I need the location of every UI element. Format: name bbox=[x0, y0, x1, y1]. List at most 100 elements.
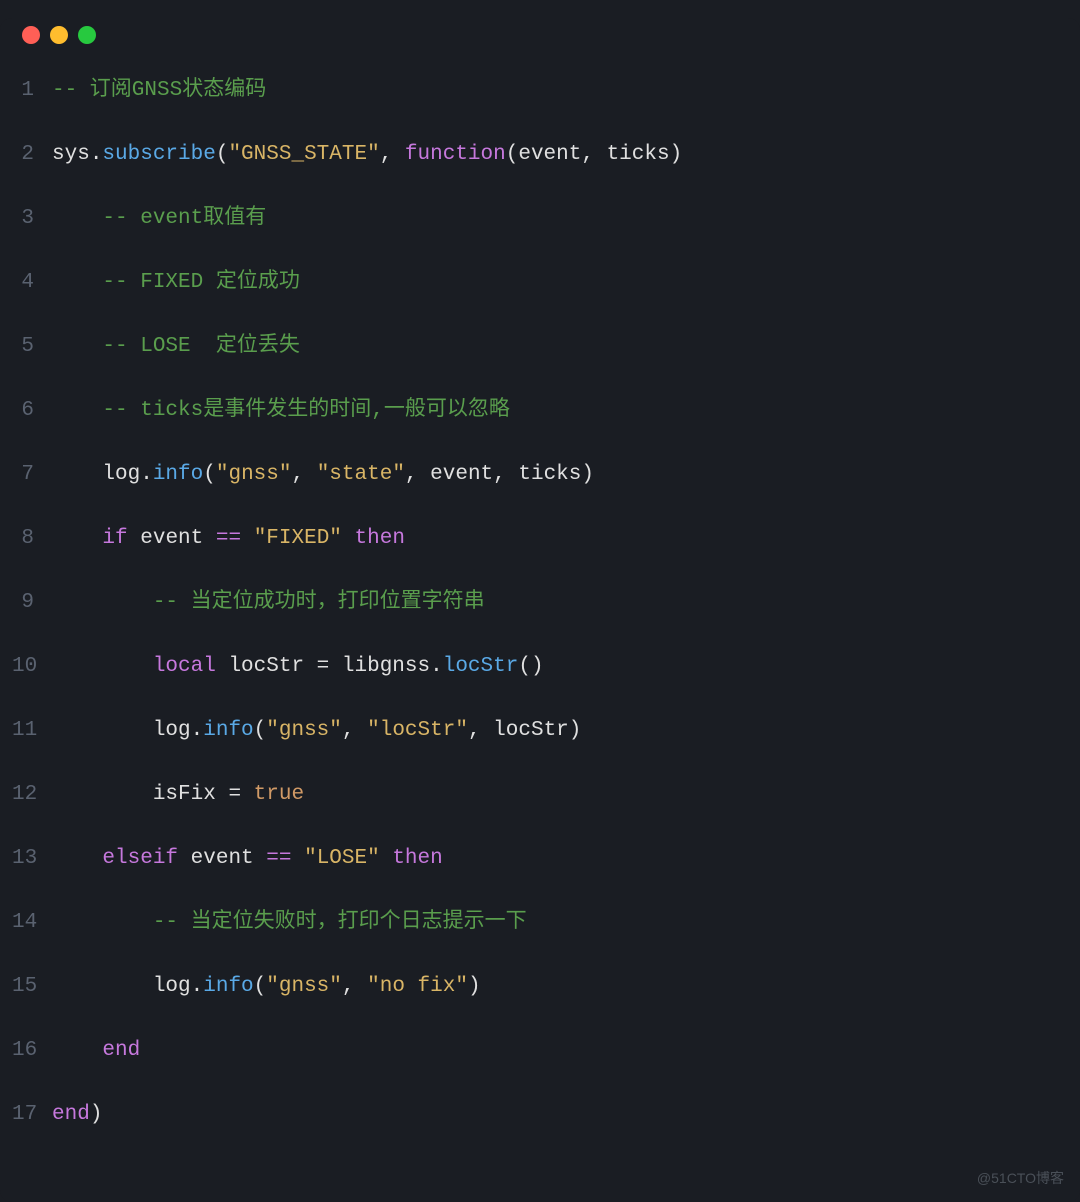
code-token: ) bbox=[90, 1103, 103, 1126]
code-token: log bbox=[52, 719, 191, 742]
code-line[interactable]: 8 if event == "FIXED" then bbox=[12, 522, 1068, 586]
code-token: "FIXED" bbox=[254, 527, 342, 550]
code-token: . bbox=[90, 143, 103, 166]
code-token: = bbox=[317, 655, 330, 678]
code-token: "GNSS_STATE" bbox=[228, 143, 379, 166]
code-line[interactable]: 11 log.info("gnss", "locStr", locStr) bbox=[12, 714, 1068, 778]
code-token bbox=[241, 527, 254, 550]
code-token: info bbox=[203, 975, 253, 998]
code-line[interactable]: 12 isFix = true bbox=[12, 778, 1068, 842]
line-number: 14 bbox=[12, 906, 52, 940]
line-content: isFix = true bbox=[52, 778, 304, 812]
line-content: end) bbox=[52, 1098, 102, 1132]
code-token: "no fix" bbox=[367, 975, 468, 998]
code-token: ( bbox=[506, 143, 519, 166]
code-token: local bbox=[153, 655, 216, 678]
code-token: then bbox=[355, 527, 405, 550]
code-token bbox=[52, 399, 102, 422]
code-token: == bbox=[266, 847, 291, 870]
code-token: if bbox=[102, 527, 127, 550]
code-line[interactable]: 4 -- FIXED 定位成功 bbox=[12, 266, 1068, 330]
code-token: ticks bbox=[518, 463, 581, 486]
code-token: ( bbox=[254, 975, 267, 998]
code-token bbox=[52, 271, 102, 294]
code-line[interactable]: 9 -- 当定位成功时，打印位置字符串 bbox=[12, 586, 1068, 650]
line-content: log.info("gnss", "no fix") bbox=[52, 970, 481, 1004]
code-token: -- 当定位成功时，打印位置字符串 bbox=[153, 591, 485, 614]
line-content: log.info("gnss", "state", event, ticks) bbox=[52, 458, 594, 492]
code-token: end bbox=[52, 1103, 90, 1126]
code-token: libgnss bbox=[329, 655, 430, 678]
code-token: "gnss" bbox=[266, 975, 342, 998]
code-token: , bbox=[342, 975, 367, 998]
code-line[interactable]: 7 log.info("gnss", "state", event, ticks… bbox=[12, 458, 1068, 522]
code-token: ( bbox=[254, 719, 267, 742]
close-icon[interactable] bbox=[22, 26, 40, 44]
code-token: locStr bbox=[216, 655, 317, 678]
code-token: -- ticks是事件发生的时间,一般可以忽略 bbox=[102, 399, 509, 422]
code-token: locStr bbox=[443, 655, 519, 678]
maximize-icon[interactable] bbox=[78, 26, 96, 44]
line-content: -- ticks是事件发生的时间,一般可以忽略 bbox=[52, 394, 510, 428]
line-number: 6 bbox=[12, 394, 52, 428]
code-line[interactable]: 16 end bbox=[12, 1034, 1068, 1098]
line-number: 7 bbox=[12, 458, 52, 492]
code-token: -- 当定位失败时，打印个日志提示一下 bbox=[153, 911, 527, 934]
line-number: 13 bbox=[12, 842, 52, 876]
code-token: , bbox=[493, 463, 518, 486]
code-line[interactable]: 6 -- ticks是事件发生的时间,一般可以忽略 bbox=[12, 394, 1068, 458]
line-content: end bbox=[52, 1034, 140, 1068]
code-token bbox=[52, 655, 153, 678]
line-number: 3 bbox=[12, 202, 52, 236]
line-number: 9 bbox=[12, 586, 52, 620]
code-token bbox=[380, 847, 393, 870]
line-content: -- event取值有 bbox=[52, 202, 266, 236]
line-number: 16 bbox=[12, 1034, 52, 1068]
code-token: , bbox=[468, 719, 493, 742]
code-token bbox=[52, 207, 102, 230]
line-number: 15 bbox=[12, 970, 52, 1004]
code-line[interactable]: 5 -- LOSE 定位丢失 bbox=[12, 330, 1068, 394]
line-number: 5 bbox=[12, 330, 52, 364]
code-line[interactable]: 1-- 订阅GNSS状态编码 bbox=[12, 74, 1068, 138]
code-token: true bbox=[254, 783, 304, 806]
line-content: if event == "FIXED" then bbox=[52, 522, 405, 556]
line-content: -- 当定位失败时，打印个日志提示一下 bbox=[52, 906, 527, 940]
code-line[interactable]: 17end) bbox=[12, 1098, 1068, 1162]
code-token: . bbox=[191, 719, 204, 742]
code-token: "state" bbox=[317, 463, 405, 486]
code-line[interactable]: 3 -- event取值有 bbox=[12, 202, 1068, 266]
minimize-icon[interactable] bbox=[50, 26, 68, 44]
code-token bbox=[52, 847, 102, 870]
code-line[interactable]: 14 -- 当定位失败时，打印个日志提示一下 bbox=[12, 906, 1068, 970]
code-token: "gnss" bbox=[266, 719, 342, 742]
watermark: @51CTO博客 bbox=[977, 1167, 1064, 1189]
code-line[interactable]: 10 local locStr = libgnss.locStr() bbox=[12, 650, 1068, 714]
line-number: 17 bbox=[12, 1098, 52, 1132]
code-line[interactable]: 13 elseif event == "LOSE" then bbox=[12, 842, 1068, 906]
code-token: () bbox=[518, 655, 543, 678]
line-number: 12 bbox=[12, 778, 52, 812]
line-content: elseif event == "LOSE" then bbox=[52, 842, 443, 876]
code-token: , bbox=[581, 143, 606, 166]
code-line[interactable]: 2sys.subscribe("GNSS_STATE", function(ev… bbox=[12, 138, 1068, 202]
code-token: log bbox=[52, 975, 191, 998]
code-token: ) bbox=[581, 463, 594, 486]
code-token: ticks bbox=[607, 143, 670, 166]
code-line[interactable]: 15 log.info("gnss", "no fix") bbox=[12, 970, 1068, 1034]
code-token: -- LOSE 定位丢失 bbox=[102, 335, 299, 358]
code-token: , bbox=[405, 463, 430, 486]
code-editor[interactable]: 1-- 订阅GNSS状态编码2sys.subscribe("GNSS_STATE… bbox=[0, 68, 1080, 1202]
code-token: -- 订阅GNSS状态编码 bbox=[52, 79, 266, 102]
line-number: 2 bbox=[12, 138, 52, 172]
code-token: = bbox=[228, 783, 241, 806]
code-token: ) bbox=[569, 719, 582, 742]
code-token: "gnss" bbox=[216, 463, 292, 486]
code-token bbox=[52, 1039, 102, 1062]
code-token: == bbox=[216, 527, 241, 550]
code-token: ( bbox=[216, 143, 229, 166]
code-token: isFix bbox=[52, 783, 228, 806]
line-number: 10 bbox=[12, 650, 52, 684]
line-content: -- LOSE 定位丢失 bbox=[52, 330, 300, 364]
code-token: , bbox=[380, 143, 405, 166]
